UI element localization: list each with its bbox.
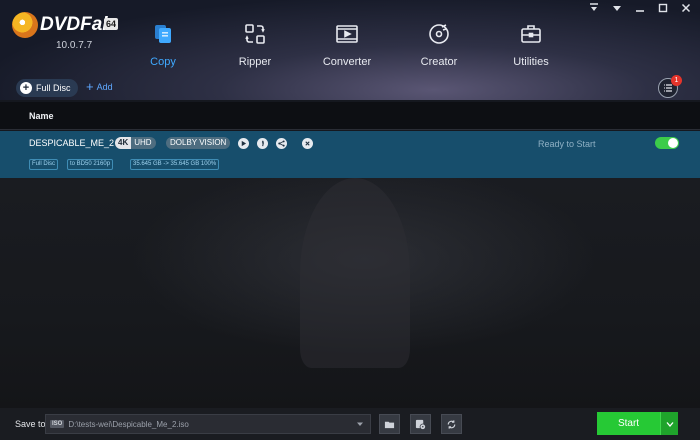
nav-utilities-label: Utilities (513, 56, 549, 68)
sub-toolbar: + Full Disc + Add 1 (0, 75, 700, 102)
nav-creator-label: Creator (420, 56, 458, 68)
start-button[interactable]: Start (597, 412, 660, 435)
refresh-button[interactable] (441, 414, 462, 434)
footer-bar: Save to: ISO D:\tests-wei\Despicable_Me_… (0, 408, 700, 440)
creator-icon (429, 24, 449, 44)
copy-icon (155, 25, 171, 43)
add-circle-icon: + (20, 82, 32, 94)
save-path-dropdown[interactable] (354, 418, 366, 430)
nav-utilities[interactable]: Utilities (491, 22, 571, 72)
nav-copy[interactable]: Copy (123, 22, 203, 72)
full-disc-mode-button[interactable]: + Full Disc (16, 79, 78, 97)
minimize-icon (636, 10, 644, 12)
resolution-k-label: 4K (115, 137, 132, 149)
folder-icon (384, 421, 395, 428)
chip-size-info: 35.645 GB -> 35.645 GB 100% (130, 159, 220, 170)
ripper-icon (245, 24, 265, 44)
browse-folder-button[interactable] (379, 414, 400, 434)
nav-ripper-label: Ripper (238, 56, 272, 68)
iso-disc-icon (415, 419, 426, 430)
save-to-label: Save to: (15, 419, 49, 429)
add-label: Add (96, 82, 113, 92)
dropdown-button[interactable] (611, 3, 623, 13)
maximize-button[interactable] (657, 3, 669, 13)
nav-converter-label: Converter (322, 56, 372, 68)
minimize-button[interactable] (634, 3, 646, 13)
save-path-text: D:\tests-wei\Despicable_Me_2.iso (68, 419, 189, 429)
play-icon (241, 140, 247, 147)
toggle-knob (668, 138, 678, 148)
window-controls (588, 3, 692, 13)
info-icon (261, 140, 265, 147)
logo-badge: 64 (104, 18, 119, 30)
settings-menu-button[interactable] (588, 3, 600, 13)
dvdfab-window: DVDFab 64 10.0.7.7 Copy Ripper Converter… (0, 0, 700, 440)
nav-creator[interactable]: Creator (399, 22, 479, 72)
close-icon (681, 3, 691, 13)
task-title: DESPICABLE_ME_2 (29, 138, 115, 148)
column-name: Name (29, 111, 54, 121)
add-source-button[interactable]: + Add (86, 79, 113, 94)
start-options-dropdown[interactable] (660, 412, 678, 435)
info-button[interactable] (257, 138, 268, 149)
plus-icon: + (86, 79, 94, 94)
nav-copy-label: Copy (150, 56, 176, 68)
play-preview-button[interactable] (238, 138, 249, 149)
remove-task-button[interactable] (302, 138, 313, 149)
list-header: Name (0, 102, 700, 130)
disc-logo-icon (12, 12, 38, 38)
resolution-tag: 4K UHD (115, 137, 156, 149)
share-settings-button[interactable] (276, 138, 287, 149)
menu-dropdown-icon (590, 3, 598, 11)
refresh-icon (447, 419, 456, 429)
task-status: Ready to Start (538, 139, 596, 149)
logo-text: DVDFab (40, 14, 114, 35)
converter-icon (336, 25, 358, 43)
dolby-vision-tag: DOLBY VISION (166, 137, 231, 149)
app-logo: DVDFab 64 10.0.7.7 (12, 12, 119, 51)
iso-output-button[interactable] (410, 414, 431, 434)
nav-ripper[interactable]: Ripper (215, 22, 295, 72)
chevron-down-icon (666, 421, 673, 427)
task-row[interactable]: DESPICABLE_ME_2 4K UHD DOLBY VISION Ready… (0, 131, 700, 178)
close-button[interactable] (680, 3, 692, 13)
task-enable-toggle[interactable] (655, 137, 679, 149)
chip-output-target[interactable]: to BD50 2160p (67, 159, 114, 170)
chip-copy-mode[interactable]: Full Disc (29, 159, 59, 170)
chevron-down-icon (357, 422, 363, 426)
close-icon (305, 141, 310, 146)
maximize-icon (658, 3, 668, 13)
full-disc-label: Full Disc (36, 83, 71, 93)
share-icon (278, 140, 285, 147)
list-icon (664, 84, 672, 92)
iso-file-icon: ISO (50, 420, 65, 428)
background-artwork (300, 178, 410, 368)
app-version: 10.0.7.7 (56, 40, 93, 51)
chevron-down-icon (613, 6, 621, 11)
resolution-label: UHD (134, 138, 152, 147)
notification-badge: 1 (671, 75, 682, 86)
utilities-icon (521, 25, 541, 43)
nav-converter[interactable]: Converter (307, 22, 387, 72)
save-path-field[interactable]: ISO D:\tests-wei\Despicable_Me_2.iso (45, 414, 371, 434)
